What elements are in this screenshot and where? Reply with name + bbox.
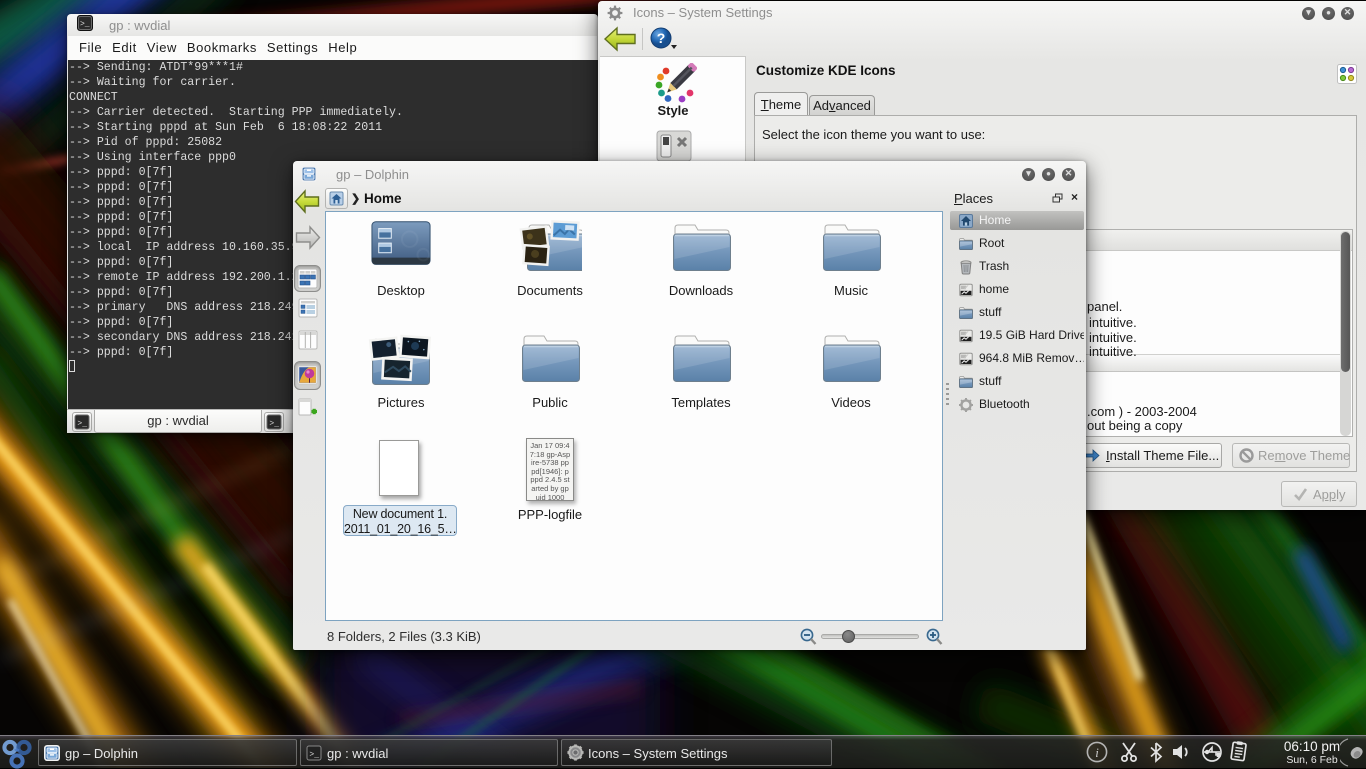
svg-text:>_: >_ bbox=[309, 750, 319, 759]
svg-text:>_: >_ bbox=[80, 20, 90, 29]
svg-text:>_: >_ bbox=[77, 419, 87, 428]
svg-text:?: ? bbox=[657, 30, 666, 46]
svg-text:i: i bbox=[1095, 745, 1099, 760]
svg-text:>_: >_ bbox=[269, 419, 279, 428]
